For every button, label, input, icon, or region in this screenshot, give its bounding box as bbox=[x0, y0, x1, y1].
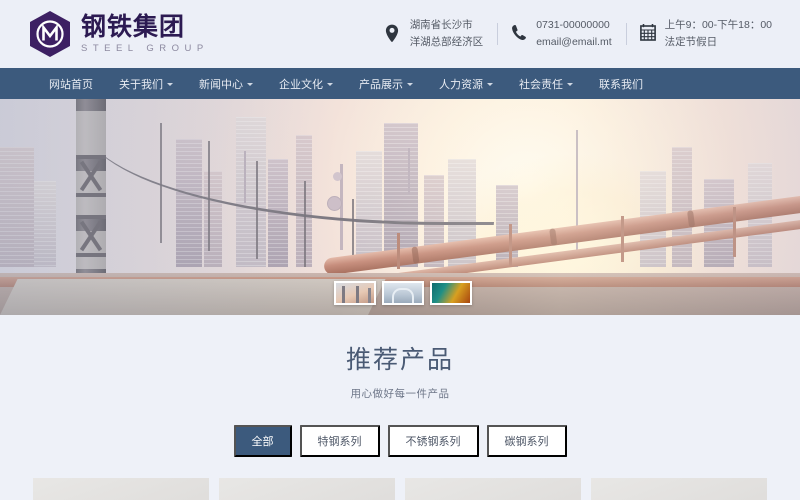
nav-item-label: 企业文化 bbox=[279, 78, 323, 91]
nav-item-home[interactable]: 网站首页 bbox=[36, 68, 106, 99]
phone-icon bbox=[511, 24, 528, 44]
chevron-down-icon bbox=[247, 83, 253, 86]
contact-address-line1: 湖南省长沙市 bbox=[409, 19, 473, 32]
contact-hours-line1: 上午9：00-下午18：00 bbox=[664, 19, 772, 32]
hexagon-m-logo-icon bbox=[28, 10, 72, 58]
nav-item-label: 新闻中心 bbox=[199, 78, 243, 91]
filter-tab-special-steel[interactable]: 特钢系列 bbox=[299, 425, 380, 457]
brand-logo[interactable]: 钢铁集团 STEEL GROUP bbox=[28, 10, 209, 58]
chevron-down-icon bbox=[327, 83, 333, 86]
product-card-grid bbox=[0, 478, 800, 500]
chevron-down-icon bbox=[407, 83, 413, 86]
nav-item-contact[interactable]: 联系我们 bbox=[586, 68, 656, 99]
hero-slide-thumb-3[interactable] bbox=[430, 281, 472, 305]
site-header: 钢铁集团 STEEL GROUP 湖南省长沙市 洋湖总部经济区 0731-000… bbox=[0, 0, 800, 68]
filter-tab-carbon-steel[interactable]: 碳钢系列 bbox=[486, 425, 567, 457]
product-image bbox=[405, 478, 581, 500]
contact-address: 湖南省长沙市 洋湖总部经济区 bbox=[371, 19, 498, 48]
chevron-down-icon bbox=[167, 83, 173, 86]
chevron-down-icon bbox=[487, 83, 493, 86]
contact-hours: 上午9：00-下午18：00 法定节假日 bbox=[625, 19, 786, 48]
nav-item-label: 网站首页 bbox=[49, 78, 93, 91]
location-pin-icon bbox=[385, 24, 402, 44]
nav-item-products[interactable]: 产品展示 bbox=[346, 68, 426, 99]
nav-item-hr[interactable]: 人力资源 bbox=[426, 68, 506, 99]
nav-item-about[interactable]: 关于我们 bbox=[106, 68, 186, 99]
contact-hours-line2: 法定节假日 bbox=[664, 35, 718, 48]
nav-item-label: 社会责任 bbox=[519, 78, 563, 91]
nav-item-responsibility[interactable]: 社会责任 bbox=[506, 68, 586, 99]
product-card[interactable] bbox=[33, 478, 209, 500]
nav-item-label: 产品展示 bbox=[359, 78, 403, 91]
chevron-down-icon bbox=[567, 83, 573, 86]
product-image bbox=[33, 478, 209, 500]
hero-slide-thumb-2[interactable] bbox=[382, 281, 424, 305]
product-image bbox=[219, 478, 395, 500]
product-card[interactable] bbox=[405, 478, 581, 500]
nav-item-label: 人力资源 bbox=[439, 78, 483, 91]
header-contact-group: 湖南省长沙市 洋湖总部经济区 0731-00000000 email@email… bbox=[371, 19, 786, 48]
brand-name-cn: 钢铁集团 bbox=[81, 13, 186, 41]
hero-slide-thumbnails bbox=[334, 281, 472, 305]
product-card[interactable] bbox=[591, 478, 767, 500]
featured-products-section: 推荐产品 用心做好每一件产品 全部 特钢系列 不锈钢系列 碳钢系列 bbox=[0, 315, 800, 500]
nav-item-culture[interactable]: 企业文化 bbox=[266, 68, 346, 99]
contact-phone: 0731-00000000 email@email.mt bbox=[497, 19, 625, 48]
filter-tab-stainless-steel[interactable]: 不锈钢系列 bbox=[387, 425, 479, 457]
brand-name-en: STEEL GROUP bbox=[81, 43, 209, 54]
calendar-icon bbox=[639, 24, 657, 44]
product-image bbox=[591, 478, 767, 500]
main-navigation: 网站首页 关于我们 新闻中心 企业文化 产品展示 人力资源 社会责任 联系我们 bbox=[0, 68, 800, 99]
nav-item-news[interactable]: 新闻中心 bbox=[186, 68, 266, 99]
filter-tab-all[interactable]: 全部 bbox=[233, 425, 292, 457]
product-filter-tabs: 全部 特钢系列 不锈钢系列 碳钢系列 bbox=[0, 425, 800, 457]
section-subtitle: 用心做好每一件产品 bbox=[350, 388, 450, 400]
nav-item-label: 关于我们 bbox=[119, 78, 163, 91]
nav-item-label: 联系我们 bbox=[599, 78, 643, 91]
contact-email: email@email.mt bbox=[536, 35, 612, 48]
hero-slide-thumb-1[interactable] bbox=[334, 281, 376, 305]
section-title: 推荐产品 bbox=[345, 346, 454, 374]
hero-banner bbox=[0, 99, 800, 315]
product-card[interactable] bbox=[219, 478, 395, 500]
contact-phone-number: 0731-00000000 bbox=[536, 19, 610, 32]
contact-address-line2: 洋湖总部经济区 bbox=[409, 35, 484, 48]
